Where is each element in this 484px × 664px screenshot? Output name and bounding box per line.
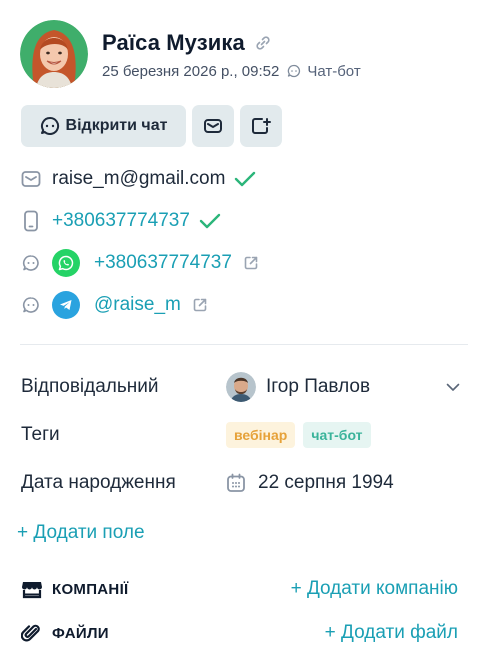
companies-title: КОМПАНІЇ bbox=[52, 580, 129, 598]
whatsapp-icon bbox=[52, 249, 80, 277]
contact-fields: Відповідальний Ігор Павлов Теги вебінар … bbox=[21, 363, 468, 507]
add-file-button[interactable]: + Додати файл bbox=[325, 622, 458, 644]
whatsapp-value[interactable]: +380637774737 bbox=[94, 252, 232, 274]
birthday-value: 22 серпня 1994 bbox=[258, 472, 394, 493]
tag[interactable]: чат-бот bbox=[303, 422, 371, 448]
birthday-label: Дата народження bbox=[21, 472, 176, 493]
birthday-row: Дата народження 22 серпня 1994 bbox=[21, 459, 468, 507]
telegram-row: @raise_m bbox=[20, 284, 468, 326]
action-buttons: Відкрити чат bbox=[21, 105, 282, 147]
whatsapp-row: +380637774737 bbox=[20, 242, 468, 284]
contact-avatar[interactable] bbox=[20, 20, 88, 88]
birthday-field[interactable]: 22 серпня 1994 bbox=[226, 472, 468, 494]
user-avatar bbox=[226, 372, 256, 402]
add-task-button[interactable] bbox=[240, 105, 282, 147]
add-square-icon bbox=[252, 118, 271, 134]
open-chat-button[interactable]: Відкрити чат bbox=[21, 105, 186, 147]
chevron-down-icon bbox=[446, 383, 460, 391]
contact-name: Раїса Музика bbox=[102, 29, 245, 55]
files-section: ФАЙЛИ + Додати файл bbox=[21, 619, 458, 647]
open-chat-label: Відкрити чат bbox=[65, 117, 168, 134]
email-value[interactable]: raise_m@gmail.com bbox=[52, 168, 225, 190]
chat-bubble-icon bbox=[40, 116, 59, 135]
telegram-value[interactable]: @raise_m bbox=[94, 294, 181, 316]
tags-label: Теги bbox=[21, 424, 60, 445]
contact-channels: raise_m@gmail.com +380637774737 +3806377… bbox=[20, 158, 468, 326]
paperclip-icon bbox=[21, 624, 40, 642]
mail-icon bbox=[204, 119, 222, 133]
email-row: raise_m@gmail.com bbox=[20, 158, 468, 200]
tags-list[interactable]: вебінар чат-бот bbox=[226, 422, 468, 448]
mail-icon bbox=[21, 171, 41, 187]
responsible-label: Відповідальний bbox=[21, 376, 159, 397]
calendar-icon bbox=[227, 473, 245, 492]
link-icon[interactable] bbox=[255, 35, 271, 51]
divider bbox=[20, 344, 468, 345]
contact-header: Раїса Музика 25 березня 2026 р., 09:52 Ч… bbox=[20, 20, 361, 88]
chat-bubble-icon bbox=[288, 64, 301, 78]
send-email-button[interactable] bbox=[192, 105, 234, 147]
responsible-row: Відповідальний Ігор Павлов bbox=[21, 363, 468, 411]
files-title: ФАЙЛИ bbox=[52, 624, 109, 642]
chat-bubble-icon bbox=[22, 297, 39, 313]
source-label: Чат-бот bbox=[307, 62, 361, 80]
responsible-select[interactable]: Ігор Павлов bbox=[226, 372, 468, 402]
tags-row: Теги вебінар чат-бот bbox=[21, 411, 468, 459]
add-company-button[interactable]: + Додати компанію bbox=[291, 578, 458, 600]
companies-section: КОМПАНІЇ + Додати компанію bbox=[21, 575, 458, 603]
check-icon bbox=[199, 213, 221, 229]
store-icon bbox=[22, 582, 42, 599]
external-link-icon[interactable] bbox=[242, 254, 260, 272]
responsible-value: Ігор Павлов bbox=[266, 376, 371, 397]
phone-icon bbox=[24, 210, 38, 232]
add-field-button[interactable]: + Додати поле bbox=[17, 522, 145, 544]
chat-bubble-icon bbox=[22, 255, 39, 271]
phone-value[interactable]: +380637774737 bbox=[52, 210, 190, 232]
external-link-icon[interactable] bbox=[191, 296, 209, 314]
check-icon bbox=[235, 171, 256, 187]
created-date: 25 березня 2026 р., 09:52 bbox=[102, 62, 280, 80]
tag[interactable]: вебінар bbox=[226, 422, 296, 448]
phone-row: +380637774737 bbox=[20, 200, 468, 242]
telegram-icon bbox=[52, 291, 80, 319]
